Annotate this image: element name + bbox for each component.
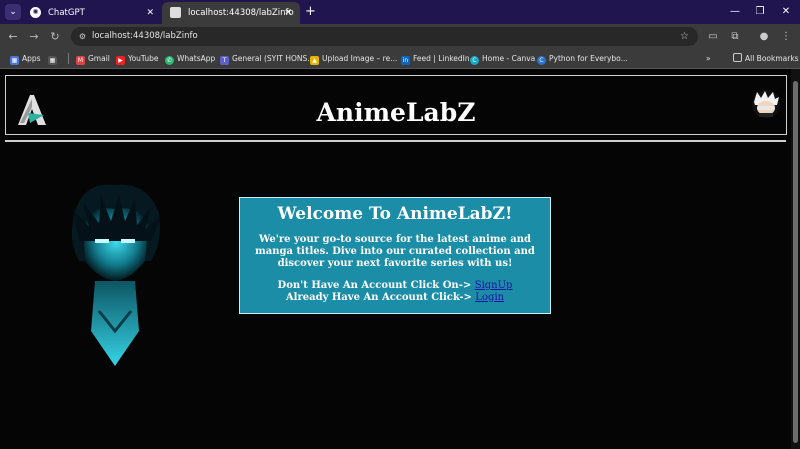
signup-row: Don't Have An Account Click On-> SignUp — [240, 280, 550, 292]
page-scrollbar[interactable] — [791, 69, 800, 449]
login-prompt: Already Have An Account Click-> — [285, 292, 472, 303]
all-bookmarks[interactable]: All Bookmarks — [733, 49, 799, 68]
site-title: AnimeLabZ — [316, 98, 476, 127]
bookmark-general[interactable]: T General (SYIT HONS... — [220, 49, 314, 68]
bookmark-canva[interactable]: C Home - Canva — [470, 49, 535, 68]
url-text: localhost:44308/labZinfo — [92, 31, 198, 41]
bookmark-gmail[interactable]: M Gmail — [76, 49, 110, 68]
whatsapp-icon: ✆ — [165, 56, 174, 65]
bookmark-label: Gmail — [88, 54, 110, 63]
welcome-description: We're your go-to source for the latest a… — [255, 234, 535, 269]
bookmarks-bar: ▦ Apps ▦ M Gmail ▶ YouTube ✆ WhatsApp T Gener… — [0, 49, 800, 69]
bookmark-label: WhatsApp — [177, 54, 216, 63]
folder-icon — [733, 53, 742, 62]
bookmark-label: General (SYIT HONS... — [232, 54, 315, 63]
teams-icon: T — [220, 56, 229, 65]
bookmarks-overflow[interactable]: » — [706, 49, 711, 68]
upload-icon: ▲ — [310, 56, 319, 65]
close-window-button[interactable]: ✕ — [771, 0, 800, 24]
welcome-panel: Welcome To AnimeLabZ! We're your go-to s… — [239, 197, 551, 314]
youtube-icon: ▶ — [116, 56, 125, 65]
bookmark-linkedin[interactable]: in Feed | LinkedIn — [401, 49, 470, 68]
tab-title: localhost:44308/labZinfo — [188, 8, 294, 18]
forward-button[interactable]: → — [26, 29, 42, 45]
tab-chatgpt[interactable]: ✺ ChatGPT ✕ — [22, 2, 162, 24]
close-icon[interactable]: ✕ — [284, 2, 292, 24]
account-links: Don't Have An Account Click On-> SignUp … — [240, 280, 550, 304]
bookmark-label: Feed | LinkedIn — [413, 54, 470, 63]
new-tab-button[interactable]: + — [305, 3, 316, 21]
tab-search-button[interactable]: ⌄ — [5, 4, 21, 20]
signup-prompt: Don't Have An Account Click On-> — [277, 280, 472, 291]
header-divider — [5, 140, 786, 142]
gmail-icon: M — [76, 56, 85, 65]
menu-icon[interactable]: ⋮ — [778, 29, 794, 45]
bookmark-label: Upload Image – re... — [322, 54, 398, 63]
reload-button[interactable]: ↻ — [47, 29, 63, 45]
cast-icon[interactable]: ▭ — [705, 29, 721, 45]
bookmark-label: Apps — [22, 54, 41, 63]
bookmark-youtube[interactable]: ▶ YouTube — [116, 49, 159, 68]
back-button[interactable]: ← — [5, 29, 21, 45]
site-info-icon[interactable]: ⚙ — [77, 31, 88, 42]
tab-labzinfo[interactable]: localhost:44308/labZinfo ✕ — [162, 2, 300, 24]
chatgpt-icon: ✺ — [30, 7, 41, 18]
bookmark-star-icon[interactable]: ☆ — [680, 27, 689, 46]
apps-grid-icon: ▦ — [10, 56, 19, 65]
close-icon[interactable]: ✕ — [146, 2, 154, 24]
login-link[interactable]: Login — [475, 292, 504, 303]
bookmark-python[interactable]: C Python for Everybo... — [537, 49, 628, 68]
anime-character-image — [71, 184, 161, 366]
chevron-right-icon: » — [706, 54, 711, 63]
page-viewport: AnimeLabZ Welcome To AnimeLabZ! We're yo… — [0, 69, 791, 449]
bookmark-grid[interactable]: ▦ — [48, 49, 60, 68]
canva-icon: C — [470, 56, 479, 65]
user-avatar-icon[interactable] — [751, 89, 781, 119]
linkedin-icon: in — [401, 56, 410, 65]
site-header: AnimeLabZ — [5, 75, 787, 135]
welcome-heading: Welcome To AnimeLabZ! — [277, 204, 513, 224]
signup-link[interactable]: SignUp — [475, 280, 513, 291]
bookmark-whatsapp[interactable]: ✆ WhatsApp — [165, 49, 215, 68]
grid-icon: ▦ — [48, 56, 57, 65]
bookmark-upload-image[interactable]: ▲ Upload Image – re... — [310, 49, 397, 68]
bookmark-label: Python for Everybo... — [549, 54, 628, 63]
browser-toolbar: ← → ↻ ⚙ localhost:44308/labZinfo ☆ ▭ ⧉ ●… — [0, 24, 800, 49]
bookmark-label: Home - Canva — [482, 54, 536, 63]
profile-avatar[interactable]: ● — [756, 29, 772, 45]
coursera-icon: C — [537, 56, 546, 65]
scrollbar-thumb[interactable] — [793, 81, 798, 443]
login-row: Already Have An Account Click-> Login — [240, 292, 550, 304]
bookmark-apps[interactable]: ▦ Apps — [10, 49, 41, 68]
extensions-icon[interactable]: ⧉ — [727, 29, 743, 45]
page-icon — [170, 7, 181, 18]
bookmark-separator — [68, 53, 69, 64]
tab-strip: ⌄ ✺ ChatGPT ✕ localhost:44308/labZinfo ✕… — [0, 0, 800, 24]
tab-title: ChatGPT — [48, 8, 85, 18]
bookmark-label: YouTube — [128, 54, 159, 63]
bookmark-label: All Bookmarks — [745, 54, 799, 63]
address-bar[interactable]: ⚙ localhost:44308/labZinfo ☆ — [71, 27, 698, 46]
